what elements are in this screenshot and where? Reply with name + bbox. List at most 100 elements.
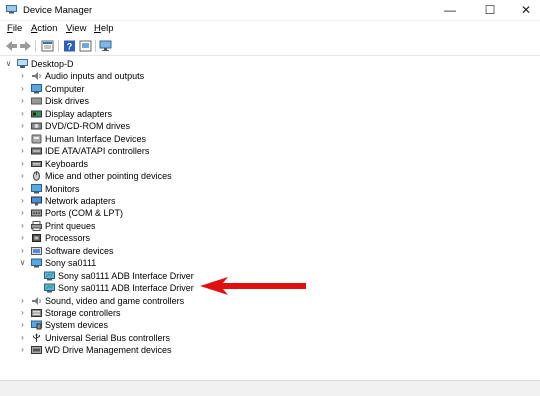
expand-icon[interactable]: › bbox=[18, 183, 27, 195]
wd-icon bbox=[31, 346, 42, 355]
monitor-icon bbox=[31, 83, 42, 94]
tree-item-label: Sony sa0111 ADB Interface Driver bbox=[58, 270, 194, 281]
expand-icon[interactable]: › bbox=[18, 307, 27, 319]
window-title: Device Manager bbox=[23, 5, 93, 16]
ide-icon bbox=[31, 147, 42, 155]
expand-icon[interactable]: › bbox=[18, 70, 27, 82]
tree-item-label: Audio inputs and outputs bbox=[45, 71, 145, 82]
device-manager-icon bbox=[6, 5, 17, 14]
forward-icon[interactable] bbox=[19, 40, 32, 52]
device-tree[interactable]: ∨ Desktop-D › Audio inputs and outputs › Comp… bbox=[0, 56, 540, 379]
properties-icon[interactable] bbox=[41, 40, 54, 52]
expand-icon[interactable]: › bbox=[18, 245, 27, 257]
tree-category[interactable]: › Network adapters bbox=[0, 195, 540, 207]
storage-icon bbox=[31, 309, 42, 317]
toolbar: ? bbox=[0, 37, 540, 56]
maximize-button[interactable]: ☐ bbox=[472, 0, 508, 20]
monitor-icon bbox=[31, 183, 42, 193]
tree-category[interactable]: › Sound, video and game controllers bbox=[0, 295, 540, 307]
tree-category[interactable]: › Human Interface Devices bbox=[0, 133, 540, 145]
collapse-icon[interactable]: ∨ bbox=[4, 58, 13, 70]
expand-icon[interactable]: › bbox=[18, 133, 27, 145]
close-button[interactable]: ✕ bbox=[508, 0, 540, 20]
tree-item-label: System devices bbox=[45, 320, 109, 331]
expand-icon[interactable]: › bbox=[18, 108, 27, 120]
title-bar: Device Manager — ☐ ✕ bbox=[0, 0, 540, 21]
tree-root-computer[interactable]: ∨ Desktop-D bbox=[0, 58, 540, 70]
expand-icon[interactable]: › bbox=[18, 332, 27, 344]
tree-item-label: Processors bbox=[45, 233, 91, 244]
tree-item-label: DVD/CD-ROM drives bbox=[45, 121, 131, 132]
expand-icon[interactable]: › bbox=[18, 158, 27, 170]
back-icon[interactable] bbox=[5, 40, 18, 52]
expand-icon[interactable]: › bbox=[18, 83, 27, 95]
menu-help[interactable]: Help bbox=[94, 23, 114, 34]
tree-item-label: Mice and other pointing devices bbox=[45, 171, 172, 182]
adb-icon bbox=[44, 283, 55, 293]
software-icon bbox=[31, 246, 42, 255]
scan-hardware-icon[interactable] bbox=[99, 40, 112, 52]
tree-item-label: IDE ATA/ATAPI controllers bbox=[45, 146, 150, 157]
tree-item-label: Disk drives bbox=[45, 96, 90, 107]
help-icon[interactable]: ? bbox=[63, 40, 76, 52]
tree-category[interactable]: › Disk drives bbox=[0, 95, 540, 107]
tree-category[interactable]: › Display adapters bbox=[0, 108, 540, 120]
adb-icon bbox=[44, 271, 55, 281]
tree-category[interactable]: › WD Drive Management devices bbox=[0, 344, 540, 356]
tree-category[interactable]: › Mice and other pointing devices bbox=[0, 170, 540, 182]
tree-category[interactable]: › Storage controllers bbox=[0, 307, 540, 319]
expand-icon[interactable]: › bbox=[18, 232, 27, 244]
toolbar-divider bbox=[58, 40, 59, 52]
expand-icon[interactable]: › bbox=[18, 145, 27, 157]
expand-icon[interactable]: › bbox=[18, 195, 27, 207]
tree-item-label: Human Interface Devices bbox=[45, 133, 147, 144]
computer-icon bbox=[17, 59, 28, 68]
device-properties-icon[interactable] bbox=[79, 40, 92, 52]
hid-icon bbox=[31, 134, 42, 144]
tree-category[interactable]: › Computer bbox=[0, 83, 540, 95]
expand-icon[interactable]: › bbox=[18, 344, 27, 356]
expand-icon[interactable]: › bbox=[18, 295, 27, 307]
device-icon bbox=[31, 258, 42, 268]
expand-icon[interactable]: › bbox=[18, 170, 27, 182]
tree-item-label: Computer bbox=[45, 83, 85, 94]
tree-item-label: Software devices bbox=[45, 245, 114, 256]
menu-bar: File Action View Help bbox=[0, 21, 540, 36]
tree-category[interactable]: › Monitors bbox=[0, 183, 540, 195]
tree-category[interactable]: › DVD/CD-ROM drives bbox=[0, 120, 540, 132]
expand-icon[interactable]: › bbox=[18, 120, 27, 132]
menu-view[interactable]: View bbox=[66, 23, 86, 34]
status-bar bbox=[0, 380, 540, 396]
menu-file[interactable]: File bbox=[7, 23, 22, 34]
tree-category[interactable]: › Print queues bbox=[0, 220, 540, 232]
network-icon bbox=[31, 196, 42, 206]
collapse-icon[interactable]: ∨ bbox=[18, 257, 27, 269]
tree-item-label: Desktop-D bbox=[31, 59, 74, 69]
tree-category[interactable]: › Universal Serial Bus controllers bbox=[0, 332, 540, 344]
tree-category[interactable]: › Keyboards bbox=[0, 158, 540, 170]
tree-category[interactable]: › Software devices bbox=[0, 245, 540, 257]
tree-item-label: Storage controllers bbox=[45, 308, 121, 318]
disk-icon bbox=[31, 97, 42, 105]
tree-item-label: Universal Serial Bus controllers bbox=[45, 332, 171, 343]
tree-item-label: Sony sa0111 ADB Interface Driver bbox=[58, 283, 194, 294]
toolbar-divider bbox=[95, 40, 96, 52]
expand-icon[interactable]: › bbox=[18, 207, 27, 219]
expand-icon[interactable]: › bbox=[18, 95, 27, 107]
tree-category[interactable]: › Audio inputs and outputs bbox=[0, 70, 540, 82]
toolbar-divider bbox=[35, 40, 36, 52]
menu-action[interactable]: Action bbox=[31, 23, 57, 34]
minimize-button[interactable]: — bbox=[432, 0, 468, 20]
dvd-icon bbox=[31, 122, 42, 130]
mouse-icon bbox=[33, 171, 40, 181]
expand-icon[interactable]: › bbox=[18, 220, 27, 232]
speaker-icon bbox=[32, 296, 41, 305]
tree-category[interactable]: ∨ Sony sa0111 bbox=[0, 257, 540, 269]
usb-icon bbox=[33, 333, 40, 342]
expand-icon[interactable]: › bbox=[18, 319, 27, 331]
tree-category[interactable]: › Ports (COM & LPT) bbox=[0, 207, 540, 219]
tree-category[interactable]: › Processors bbox=[0, 232, 540, 244]
tree-category[interactable]: › System devices bbox=[0, 319, 540, 331]
tree-category[interactable]: › IDE ATA/ATAPI controllers bbox=[0, 145, 540, 157]
tree-item-label: Sound, video and game controllers bbox=[45, 295, 185, 306]
